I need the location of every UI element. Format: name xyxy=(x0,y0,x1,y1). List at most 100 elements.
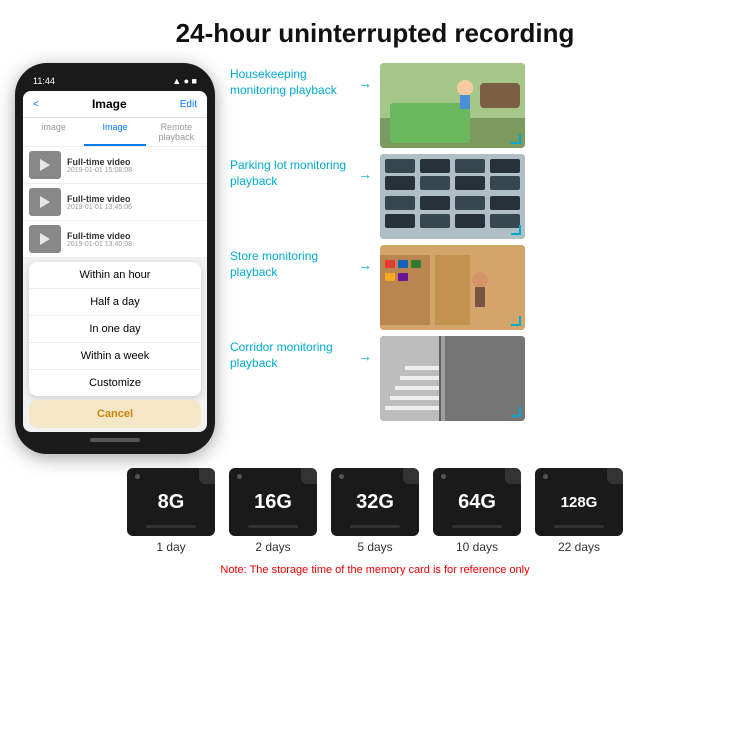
phone-item-date-2: 2019-01-01 13:45:06 xyxy=(67,204,132,211)
sd-label-128g: 128G xyxy=(561,495,598,510)
sd-dot-64g xyxy=(441,474,446,479)
monitoring-arrow-housekeeping: → xyxy=(358,63,372,91)
phone-outer: 11:44 ▲ ● ■ < Image Edit image Image Rem… xyxy=(15,63,215,454)
phone-item-text-1: Full-time video 2019-01-01 15:08:08 xyxy=(67,157,132,174)
sd-notch-128g xyxy=(535,525,623,528)
monitoring-img-parking xyxy=(380,154,525,239)
sd-card-item-16g: 16G 2 days xyxy=(229,468,317,554)
sd-dot-8g xyxy=(135,474,140,479)
corner-indicator-housekeeping xyxy=(511,134,521,144)
monitoring-item-parking: Parking lot monitoring playback → xyxy=(230,154,740,239)
monitoring-img-store xyxy=(380,245,525,330)
dropdown-cancel-button[interactable]: Cancel xyxy=(29,400,201,428)
monitoring-label-store: Store monitoring playback xyxy=(230,245,350,280)
phone-notch-bar: 11:44 ▲ ● ■ xyxy=(23,73,207,91)
sd-label-32g: 32G xyxy=(356,492,394,512)
monitoring-arrow-parking: → xyxy=(358,154,372,182)
play-icon-1 xyxy=(40,159,50,171)
phone-item-date-1: 2019-01-01 15:08:08 xyxy=(67,167,132,174)
phone-item-text-3: Full-time video 2019-01-01 13:40:08 xyxy=(67,231,132,248)
sd-dot-16g xyxy=(237,474,242,479)
dropdown-item-within-hour[interactable]: Within an hour xyxy=(29,262,201,289)
phone-mockup: 11:44 ▲ ● ■ < Image Edit image Image Rem… xyxy=(10,63,220,454)
phone-list-item-1: Full-time video 2019-01-01 15:08:08 xyxy=(23,147,207,184)
phone-screen-title: Image xyxy=(92,97,127,111)
sd-card-64g: 64G xyxy=(433,468,521,536)
play-icon-3 xyxy=(40,233,50,245)
sd-dot-128g xyxy=(543,474,548,479)
phone-item-date-3: 2019-01-01 13:40:08 xyxy=(67,241,132,248)
phone-tab-remote[interactable]: Remote playback xyxy=(146,118,207,146)
phone-notch xyxy=(94,75,134,87)
monitoring-label-parking: Parking lot monitoring playback xyxy=(230,154,350,189)
monitoring-item-corridor: Corridor monitoring playback → xyxy=(230,336,740,421)
dropdown-item-half-day[interactable]: Half a day xyxy=(29,289,201,316)
sd-dot-32g xyxy=(339,474,344,479)
phone-item-text-2: Full-time video 2019-01-01 13:45:06 xyxy=(67,194,132,211)
phone-list-item-2: Full-time video 2019-01-01 13:45:06 xyxy=(23,184,207,221)
sd-notch-8g xyxy=(127,525,215,528)
sd-notch-line-32g xyxy=(350,525,400,528)
sd-card-item-32g: 32G 5 days xyxy=(331,468,419,554)
sd-days-32g: 5 days xyxy=(357,540,392,554)
phone-tab-image1[interactable]: image xyxy=(23,118,84,146)
monitoring-item-housekeeping: Housekeeping monitoring playback → xyxy=(230,63,740,148)
sd-card-item-128g: 128G 22 days xyxy=(535,468,623,554)
corner-indicator-store xyxy=(511,316,521,326)
phone-tabs: image Image Remote playback xyxy=(23,118,207,147)
phone-back-button[interactable]: < xyxy=(33,99,39,110)
phone-app-header: < Image Edit xyxy=(23,91,207,118)
sd-notch-line-16g xyxy=(248,525,298,528)
sd-notch-line-8g xyxy=(146,525,196,528)
phone-thumb-2 xyxy=(29,188,61,216)
sd-card-128g: 128G xyxy=(535,468,623,536)
sd-card-item-8g: 8G 1 day xyxy=(127,468,215,554)
phone-thumb-3 xyxy=(29,225,61,253)
play-icon-2 xyxy=(40,196,50,208)
monitoring-label-housekeeping: Housekeeping monitoring playback xyxy=(230,63,350,98)
monitoring-label-corridor: Corridor monitoring playback xyxy=(230,336,350,371)
sd-cards-row: 8G 1 day 16G 2 days 32G xyxy=(127,468,623,554)
corner-indicator-corridor xyxy=(511,407,521,417)
sd-label-64g: 64G xyxy=(458,492,496,512)
corner-indicator-parking xyxy=(511,225,521,235)
phone-edit-button[interactable]: Edit xyxy=(180,99,197,110)
sd-notch-line-64g xyxy=(452,525,502,528)
monitoring-section: Housekeeping monitoring playback → xyxy=(230,63,740,421)
phone-item-label-3: Full-time video xyxy=(67,231,132,241)
monitoring-img-housekeeping xyxy=(380,63,525,148)
dropdown-item-customize[interactable]: Customize xyxy=(29,370,201,396)
sd-notch-32g xyxy=(331,525,419,528)
phone-dropdown: Within an hour Half a day In one day Wit… xyxy=(29,262,201,396)
sd-days-128g: 22 days xyxy=(558,540,600,554)
storage-note: Note: The storage time of the memory car… xyxy=(220,564,529,576)
sd-card-16g: 16G xyxy=(229,468,317,536)
page-title: 24-hour uninterrupted recording xyxy=(0,0,750,63)
sd-days-16g: 2 days xyxy=(255,540,290,554)
sd-card-8g: 8G xyxy=(127,468,215,536)
sd-notch-64g xyxy=(433,525,521,528)
dropdown-item-one-day[interactable]: In one day xyxy=(29,316,201,343)
sd-card-item-64g: 64G 10 days xyxy=(433,468,521,554)
monitoring-arrow-store: → xyxy=(358,245,372,273)
phone-list-item-3: Full-time video 2019-01-01 13:40:08 xyxy=(23,221,207,258)
sd-label-8g: 8G xyxy=(158,492,185,512)
sd-days-64g: 10 days xyxy=(456,540,498,554)
phone-home-indicator xyxy=(90,438,140,442)
sd-card-32g: 32G xyxy=(331,468,419,536)
phone-screen: < Image Edit image Image Remote playback xyxy=(23,91,207,432)
sd-days-8g: 1 day xyxy=(156,540,185,554)
monitoring-img-corridor xyxy=(380,336,525,421)
storage-section: 8G 1 day 16G 2 days 32G xyxy=(0,468,750,576)
phone-time: 11:44 xyxy=(33,76,55,86)
phone-item-label-1: Full-time video xyxy=(67,157,132,167)
middle-section: 11:44 ▲ ● ■ < Image Edit image Image Rem… xyxy=(0,63,750,454)
dropdown-item-week[interactable]: Within a week xyxy=(29,343,201,370)
sd-notch-line-128g xyxy=(554,525,604,528)
monitoring-item-store: Store monitoring playback → xyxy=(230,245,740,330)
phone-tab-image2[interactable]: Image xyxy=(84,118,145,146)
sd-notch-16g xyxy=(229,525,317,528)
phone-thumb-1 xyxy=(29,151,61,179)
monitoring-arrow-corridor: → xyxy=(358,336,372,364)
phone-icons: ▲ ● ■ xyxy=(172,76,197,86)
